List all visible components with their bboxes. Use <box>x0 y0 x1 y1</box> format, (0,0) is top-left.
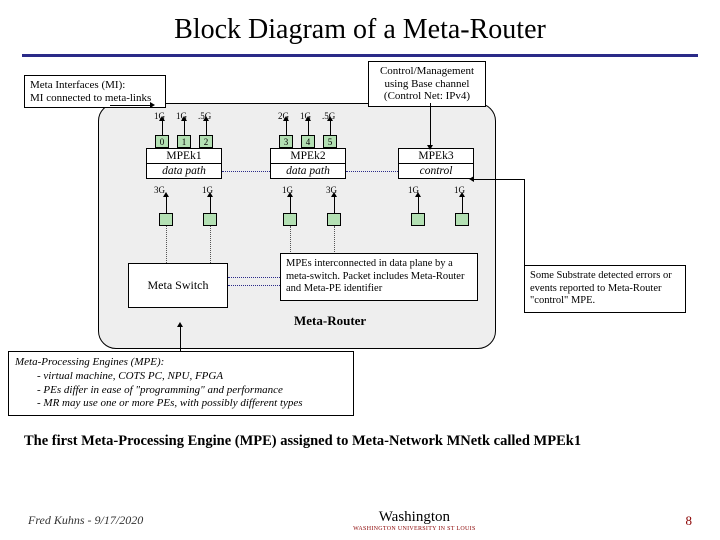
bport-c <box>283 213 297 226</box>
mpe1-down-l <box>166 197 167 213</box>
mpe1-down-r <box>210 197 211 213</box>
footer-uni-sub: WASHINGTON UNIVERSITY IN ST LOUIS <box>353 526 475 532</box>
mpe-desc-b: - PEs differ in ease of "programming" an… <box>15 384 347 398</box>
cm-line1: Control/Management <box>374 65 480 78</box>
mi-line1: Meta Interfaces (MI): <box>30 79 160 92</box>
mpe2-down-l <box>290 197 291 213</box>
mpe-k2-name: MPEk2 <box>290 150 325 162</box>
mpe-desc-h: Meta-Processing Engines (MPE): <box>15 356 347 370</box>
mi-box: Meta Interfaces (MI): MI connected to me… <box>24 75 166 108</box>
cm-box: Control/Management using Base channel (C… <box>368 61 486 107</box>
footer-author-date: Fred Kuhns - 9/17/2020 <box>28 513 143 528</box>
mi-arrow-v <box>110 105 111 106</box>
mpe-k1-name: MPEk1 <box>166 150 201 162</box>
footer: Fred Kuhns - 9/17/2020 Washington WASHIN… <box>0 509 720 532</box>
footer-uni-name: Washington <box>379 509 450 525</box>
slide-caption: The first Meta-Processing Engine (MPE) a… <box>24 433 696 450</box>
bport-b <box>203 213 217 226</box>
cm-to-mpe3 <box>430 103 431 145</box>
datapath-link-12 <box>222 171 270 172</box>
sw-link-a <box>166 226 167 263</box>
mpe-k3-name: MPEk3 <box>418 150 453 162</box>
link-1 <box>184 121 185 135</box>
bport-e <box>411 213 425 226</box>
slide-title: Block Diagram of a Meta-Router <box>0 0 720 54</box>
page-number: 8 <box>685 513 692 529</box>
cm-line3: (Control Net: IPv4) <box>374 90 480 103</box>
cm-line2: using Base channel <box>374 78 480 91</box>
datapath-link-23 <box>346 171 398 172</box>
meta-switch: Meta Switch <box>128 263 228 308</box>
mpe-k1-sub: data path <box>147 164 221 178</box>
bport-a <box>159 213 173 226</box>
footer-university: Washington WASHINGTON UNIVERSITY IN ST L… <box>353 509 475 532</box>
mpe-desc-arrow <box>180 327 181 351</box>
link-3 <box>286 121 287 135</box>
sw-link-b <box>210 226 211 263</box>
port-0: 0 <box>155 135 169 148</box>
bport-d <box>327 213 341 226</box>
link-5 <box>330 121 331 135</box>
mpe3-down-l <box>418 197 419 213</box>
mi-arrow <box>110 105 150 106</box>
mpe-k2: MPEk2 data path <box>270 148 346 179</box>
link-0 <box>162 121 163 135</box>
mpe-k3-sub: control <box>399 164 473 178</box>
err-note-arrow-v <box>524 179 525 265</box>
mpe-k1: MPEk1 data path <box>146 148 222 179</box>
port-2: 2 <box>199 135 213 148</box>
mpe-k3: MPEk3 control <box>398 148 474 179</box>
link-2 <box>206 121 207 135</box>
link-4 <box>308 121 309 135</box>
mpe-k2-sub: data path <box>271 164 345 178</box>
err-note-arrow <box>474 179 524 180</box>
mpe-desc-c: - MR may use one or more PEs, with possi… <box>15 397 347 411</box>
mpe3-down-r <box>462 197 463 213</box>
port-3: 3 <box>279 135 293 148</box>
diagram-area: Meta Interfaces (MI): MI connected to me… <box>20 67 700 427</box>
port-4: 4 <box>301 135 315 148</box>
title-underline <box>22 54 698 57</box>
port-1: 1 <box>177 135 191 148</box>
mpe-desc-box: Meta-Processing Engines (MPE): - virtual… <box>8 351 354 416</box>
port-5: 5 <box>323 135 337 148</box>
meta-router-label: Meta-Router <box>294 313 366 329</box>
mi-line2: MI connected to meta-links <box>30 92 160 105</box>
mpe2-down-r <box>334 197 335 213</box>
error-note: Some Substrate detected errors or events… <box>524 265 686 313</box>
mpe-desc-a: - virtual machine, COTS PC, NPU, FPGA <box>15 370 347 384</box>
mpe-note: MPEs interconnected in data plane by a m… <box>280 253 478 301</box>
bport-f <box>455 213 469 226</box>
